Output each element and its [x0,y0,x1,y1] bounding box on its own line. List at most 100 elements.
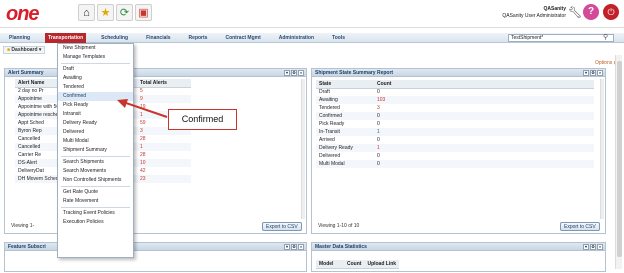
transportation-menu: New Shipment Manage Templates Draft Awaitin… [57,43,134,258]
state-row[interactable]: Awaiting 103 [316,96,594,104]
alert-total-cell[interactable]: 23 [137,175,191,183]
master-data-panel: Master Data Statistics ▾ ⚙ × Model Count… [311,242,606,272]
alert-total-cell[interactable]: 28 [137,135,191,143]
nav-transportation[interactable]: Transportation [45,32,87,43]
close-icon[interactable]: × [597,244,603,250]
menu-item[interactable]: Awaiting [58,74,133,83]
menu-item[interactable]: Execution Policies [58,218,133,227]
help-icon[interactable]: ? [583,4,599,20]
menu-item[interactable]: Search Shipments [58,158,133,167]
menu-item[interactable]: Delivery Ready [58,119,133,128]
app-logo[interactable]: one [6,3,40,26]
master-panel-title: Master Data Statistics [315,244,367,250]
collapse-icon[interactable]: ▾ [583,244,589,250]
menu-item[interactable]: Multi Modal [58,137,133,146]
alert-total-cell[interactable]: 10 [137,159,191,167]
menu-item[interactable]: Tendered [58,83,133,92]
menu-item[interactable]: Draft [58,65,133,74]
state-row[interactable]: Delivered 0 [316,152,594,160]
state-name-cell: Delivery Ready [319,145,353,151]
state-row[interactable]: Arrived 0 [316,136,594,144]
alert-scrollbar[interactable] [301,79,305,219]
nav-financials[interactable]: Financials [143,33,173,43]
alert-total-cell[interactable]: 5 [137,87,191,95]
nav-administration[interactable]: Administration [276,33,317,43]
callout-arrow-line [122,101,168,118]
home-icon[interactable]: ⌂ [78,4,95,21]
page-scrollbar[interactable] [615,55,622,269]
user-info: QASanity QASanity User Administrator [502,6,566,20]
quick-icons: ⌂ ★ ⟳ ▣ [78,4,152,21]
state-name-cell: Pick Ready [319,121,345,127]
menu-item[interactable]: Tracking Event Policies [58,209,133,218]
refresh-icon[interactable]: ⟳ [116,4,133,21]
star-icon[interactable]: ★ [97,4,114,21]
feature-panel-header: Feature Subscri ▾ ⚙ × [5,243,306,251]
col-count[interactable]: Count [374,80,594,89]
menu-item[interactable]: Rate Movement [58,197,133,206]
col-model[interactable]: Model [316,260,344,269]
alert-total-cell[interactable]: 1 [137,143,191,151]
state-row[interactable]: Pick Ready 0 [316,120,594,128]
state-export-button[interactable]: Export to CSV [560,222,600,231]
settings-icon[interactable]: ⚙ [291,244,297,250]
col-upload-link[interactable]: Upload Link [364,260,400,269]
state-scrollbar[interactable] [600,79,604,219]
nav-contract-mgmt[interactable]: Contract Mgmt [222,33,263,43]
state-panel-header: Shipment State Summary Report ▾ ⚙ × [312,69,605,77]
state-row[interactable]: Draft 0 [316,88,594,96]
state-name-cell: Tendered [319,105,340,111]
state-row[interactable]: Delivery Ready 1 [316,144,594,152]
state-name-cell: Confirmed [319,113,343,119]
alert-total-cell[interactable]: 28 [137,151,191,159]
tab-dashboard[interactable]: ■ Dashboard ▾ [3,46,46,54]
menu-item[interactable]: New Shipment [58,44,133,53]
nav-scheduling[interactable]: Scheduling [98,33,131,43]
menu-item[interactable]: Get Rate Quote [58,188,133,197]
col-master-count[interactable]: Count [344,260,365,269]
master-table-header: Model Count Upload Link [316,260,400,269]
alert-export-button[interactable]: Export to CSV [262,222,302,231]
nav-tools[interactable]: Tools [329,33,348,43]
state-table-header: State Count [316,80,594,89]
close-icon[interactable]: × [597,70,603,76]
page-scroll-thumb[interactable] [617,61,622,257]
power-icon[interactable]: ⏻ [603,4,619,20]
panel-controls: ▾ ⚙ × [583,244,603,250]
search-input[interactable]: TestShipment* [508,34,614,42]
settings-icon[interactable]: ⚙ [590,244,596,250]
collapse-icon[interactable]: ▾ [284,70,290,76]
state-row[interactable]: In-Transit 1 [316,128,594,136]
state-count-cell[interactable]: 103 [374,96,594,104]
state-count-cell[interactable]: 3 [374,104,594,112]
menu-item[interactable]: Manage Templates [58,53,133,62]
callout-arrow [117,99,168,118]
state-name-cell: Arrived [319,137,335,143]
state-count-cell[interactable]: 1 [374,128,594,136]
settings-icon[interactable]: ⚙ [291,70,297,76]
top-bar: one ⌂ ★ ⟳ ▣ QASanity QASanity User Admin… [0,0,624,28]
nav-reports[interactable]: Reports [186,33,211,43]
callout-box: Confirmed [168,109,237,130]
settings-icon[interactable]: ⚙ [590,70,596,76]
nav-planning[interactable]: Planning [6,33,33,43]
close-icon[interactable]: × [298,244,304,250]
menu-item[interactable]: Non Controlled Shipments [58,176,133,185]
collapse-icon[interactable]: ▾ [583,70,589,76]
state-row[interactable]: Multi Modal 0 [316,160,594,168]
alert-summary-panel: Alert Summary ▾ ⚙ × Alert Name Total Ale… [4,68,307,234]
menu-item[interactable]: Delivered [58,128,133,137]
search-icon[interactable]: ⚲ [603,33,608,41]
collapse-icon[interactable]: ▾ [284,244,290,250]
screen-icon[interactable]: ▣ [135,4,152,21]
close-icon[interactable]: × [298,70,304,76]
menu-item[interactable]: Search Movements [58,167,133,176]
col-state[interactable]: State [316,80,374,89]
col-total-alerts[interactable]: Total Alerts [137,79,191,88]
state-row[interactable]: Confirmed 0 [316,112,594,120]
menu-item[interactable]: Shipment Summary [58,146,133,155]
alert-total-cell[interactable]: 42 [137,167,191,175]
state-row[interactable]: Tendered 3 [316,104,594,112]
wrench-icon[interactable]: 🔧︎ [568,6,582,19]
state-count-cell[interactable]: 1 [374,144,594,152]
